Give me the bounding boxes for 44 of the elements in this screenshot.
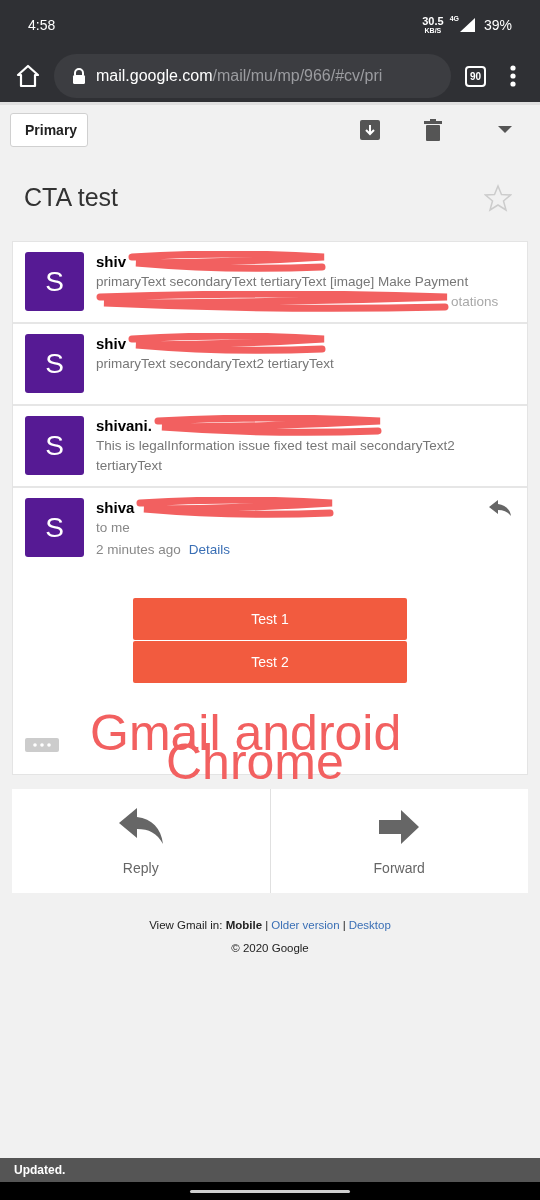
sent-time: 2 minutes ago — [96, 541, 181, 559]
back-button[interactable]: Primary — [10, 113, 89, 147]
reply-icon[interactable] — [489, 500, 511, 516]
view-link[interactable]: Older version — [271, 917, 340, 935]
cta-button[interactable]: Test 2 — [133, 641, 407, 683]
url-text: mail.google.com/mail/mu/mp/966/#cv/pri — [96, 66, 383, 86]
message-snippet: otations — [451, 292, 499, 311]
recipient-text: to me — [96, 519, 131, 537]
copyright-text: © 2020 Google — [231, 941, 309, 957]
battery-level: 39% — [483, 15, 512, 35]
clock-time: 4:58 — [28, 15, 56, 35]
more-menu-icon[interactable] — [510, 65, 516, 87]
sender-name: shivani. — [96, 415, 152, 436]
star-icon[interactable] — [484, 184, 512, 212]
tab-count[interactable]: 90 — [465, 65, 486, 87]
view-link[interactable]: Desktop — [348, 917, 391, 935]
avatar: S — [25, 252, 84, 311]
avatar: S — [25, 498, 84, 557]
sender-name: shiv — [96, 251, 126, 272]
forward-button[interactable]: Forward — [270, 789, 528, 893]
message-snippet: primaryText secondaryText2 tertiaryText — [96, 355, 335, 373]
view-mode-text: View Gmail in: Mobile | — [149, 918, 269, 933]
email-subject: CTA test — [24, 182, 119, 214]
details-link[interactable]: Details — [188, 538, 231, 562]
signal-icon — [459, 18, 476, 32]
cta-button[interactable]: Test 1 — [133, 598, 407, 640]
separator-text: | — [342, 918, 346, 933]
reply-button[interactable]: Reply — [12, 789, 271, 893]
avatar: S — [25, 416, 84, 475]
caret-icon[interactable] — [498, 126, 512, 134]
trash-icon[interactable] — [424, 119, 442, 141]
gesture-handle[interactable] — [190, 1189, 350, 1193]
archive-icon[interactable] — [360, 120, 380, 140]
toast-text: Updated. — [14, 1162, 66, 1179]
message-snippet: primaryText secondaryText tertiaryText [image] Make Payment — [96, 273, 470, 291]
message-snippet: This is legalInformation issue fixed test mail secondaryText2 tertiaryText — [96, 437, 456, 475]
forward-arrow-icon — [379, 810, 420, 844]
address-bar[interactable]: mail.google.com/mail/mu/mp/966/#cv/pri — [54, 54, 451, 98]
sender-name: shiva — [96, 497, 135, 518]
sender-name: shiv — [96, 333, 126, 354]
home-icon[interactable] — [16, 64, 40, 88]
avatar: S — [25, 334, 84, 393]
reply-arrow-icon — [118, 808, 163, 844]
lock-icon — [72, 68, 86, 84]
